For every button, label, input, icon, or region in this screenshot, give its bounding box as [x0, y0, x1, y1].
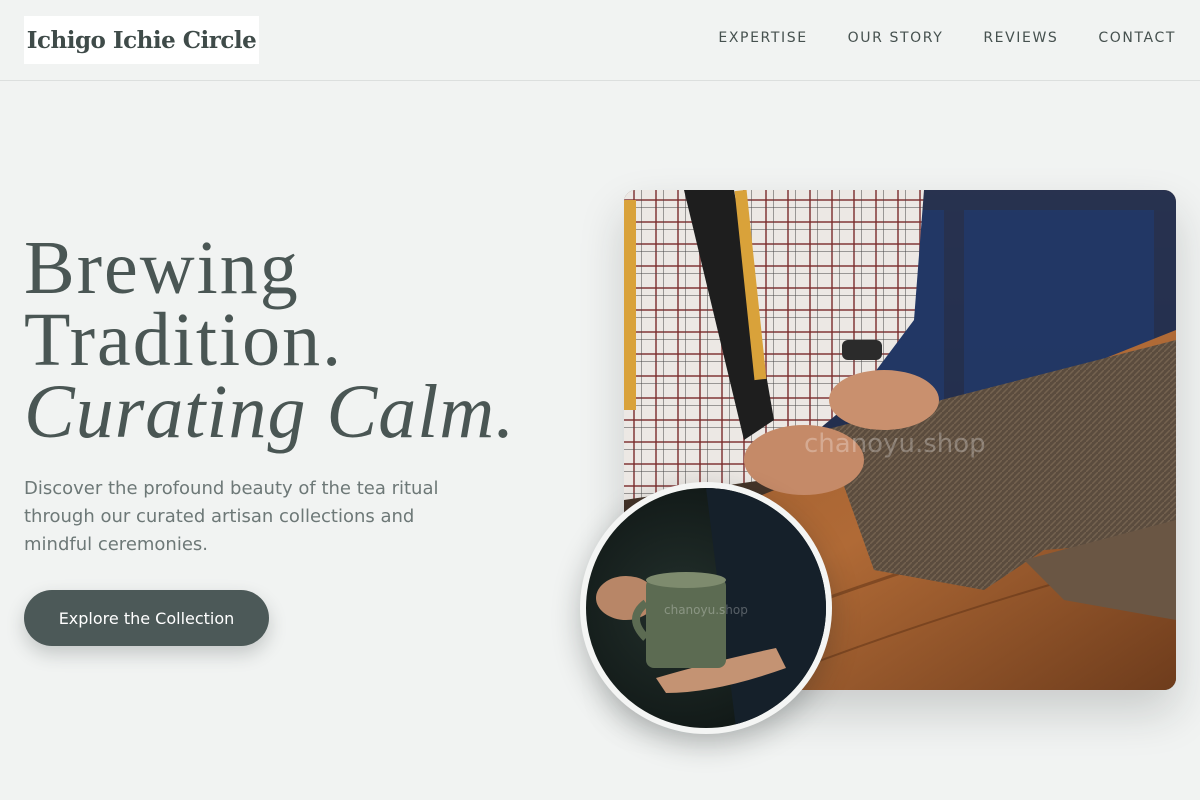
hero-title-line-3: Curating Calm.	[24, 370, 516, 454]
hero-title-line-1: Brewing	[24, 226, 300, 310]
tea-cup-photo: chanoyu.shop	[580, 482, 832, 734]
nav-our-story[interactable]: OUR STORY	[848, 30, 944, 46]
nav-contact[interactable]: CONTACT	[1098, 30, 1176, 46]
hero-title-line-2: Tradition.	[24, 298, 344, 382]
nav-expertise[interactable]: EXPERTISE	[718, 30, 807, 46]
site-logo[interactable]: Ichigo Ichie Circle	[24, 16, 259, 64]
main-image-watermark: chanoyu.shop	[804, 429, 986, 459]
hero-title: Brewing Tradition. Curating Calm.	[24, 226, 516, 454]
explore-collection-button[interactable]: Explore the Collection	[24, 590, 269, 646]
main-nav: EXPERTISE OUR STORY REVIEWS CONTACT	[718, 30, 1176, 46]
circle-image-watermark: chanoyu.shop	[664, 603, 748, 617]
site-header: Ichigo Ichie Circle EXPERTISE OUR STORY …	[0, 0, 1200, 81]
nav-reviews[interactable]: REVIEWS	[983, 30, 1058, 46]
hero-description: Discover the profound beauty of the tea …	[24, 478, 439, 555]
